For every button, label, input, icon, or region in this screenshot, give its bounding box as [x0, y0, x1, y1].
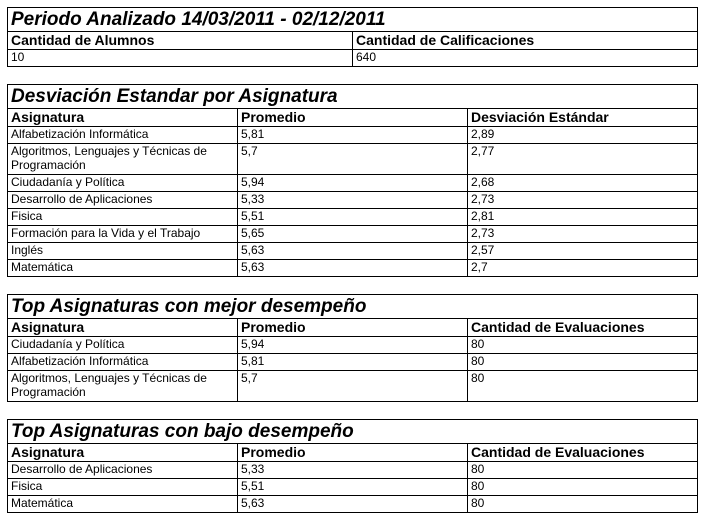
column-header-subject: Asignatura [7, 108, 238, 127]
evaluations-cell: 80 [466, 478, 699, 496]
subject-cell: Algoritmos, Lenguajes y Técnicas de Prog… [7, 370, 238, 402]
table-row: Matemática 5,63 2,7 [7, 259, 698, 277]
average-cell: 5,7 [237, 143, 468, 175]
top-best-title: Top Asignaturas con mejor desempeño [7, 294, 698, 319]
average-cell: 5,65 [237, 225, 468, 243]
subject-cell: Fisica [7, 208, 238, 226]
table-row: Matemática 5,63 80 [7, 495, 699, 513]
average-cell: 5,33 [237, 191, 468, 209]
top-best-table: Top Asignaturas con mejor desempeño Asig… [7, 294, 698, 402]
average-cell: 5,51 [237, 478, 468, 496]
subject-cell: Inglés [7, 242, 238, 260]
subject-cell: Ciudadanía y Política [7, 174, 238, 192]
average-cell: 5,33 [237, 461, 468, 479]
table-row: Formación para la Vida y el Trabajo 5,65… [7, 225, 698, 243]
std-dev-cell: 2,73 [467, 191, 698, 209]
subject-cell: Alfabetización Informática [7, 353, 238, 371]
std-dev-cell: 2,7 [467, 259, 698, 277]
period-table: Periodo Analizado 14/03/2011 - 02/12/201… [6, 7, 699, 67]
evaluations-cell: 80 [467, 370, 698, 402]
students-count-value: 10 [7, 49, 353, 67]
table-row: Fisica 5,51 2,81 [7, 208, 698, 226]
subject-cell: Matemática [7, 495, 238, 513]
subject-cell: Matemática [7, 259, 238, 277]
table-row: Desarrollo de Aplicaciones 5,33 2,73 [7, 191, 698, 209]
top-worst-title: Top Asignaturas con bajo desempeño [6, 419, 699, 444]
average-cell: 5,94 [237, 174, 468, 192]
subject-cell: Fisica [7, 478, 238, 496]
top-worst-table: Top Asignaturas con bajo desempeño Asign… [6, 419, 699, 513]
std-dev-cell: 2,77 [467, 143, 698, 175]
std-dev-cell: 2,68 [467, 174, 698, 192]
std-dev-cell: 2,57 [467, 242, 698, 260]
grades-count-header: Cantidad de Calificaciones [351, 31, 699, 50]
column-header-average: Promedio [237, 318, 468, 337]
column-header-evaluations: Cantidad de Evaluaciones [466, 443, 699, 462]
table-row: Inglés 5,63 2,57 [7, 242, 698, 260]
report-page: Periodo Analizado 14/03/2011 - 02/12/201… [0, 0, 712, 531]
average-cell: 5,94 [237, 336, 468, 354]
std-dev-title: Desviación Estandar por Asignatura [7, 84, 698, 109]
std-dev-cell: 2,81 [467, 208, 698, 226]
average-cell: 5,81 [237, 353, 468, 371]
column-header-subject: Asignatura [7, 443, 238, 462]
subject-cell: Formación para la Vida y el Trabajo [7, 225, 238, 243]
column-header-average: Promedio [237, 443, 468, 462]
average-cell: 5,63 [237, 495, 468, 513]
column-header-std-dev: Desviación Estándar [467, 108, 698, 127]
subject-cell: Desarrollo de Aplicaciones [7, 191, 238, 209]
std-dev-cell: 2,73 [467, 225, 698, 243]
table-row: Ciudadanía y Política 5,94 80 [7, 336, 698, 354]
subject-cell: Desarrollo de Aplicaciones [7, 461, 238, 479]
evaluations-cell: 80 [467, 353, 698, 371]
students-count-header: Cantidad de Alumnos [7, 31, 353, 50]
evaluations-cell: 80 [466, 495, 699, 513]
table-row: Fisica 5,51 80 [7, 478, 699, 496]
period-title: Periodo Analizado 14/03/2011 - 02/12/201… [6, 7, 699, 32]
average-cell: 5,81 [237, 126, 468, 144]
average-cell: 5,63 [237, 259, 468, 277]
evaluations-cell: 80 [467, 336, 698, 354]
subject-cell: Ciudadanía y Política [7, 336, 238, 354]
table-row: Ciudadanía y Política 5,94 2,68 [7, 174, 698, 192]
column-header-evaluations: Cantidad de Evaluaciones [467, 318, 698, 337]
subject-cell: Algoritmos, Lenguajes y Técnicas de Prog… [7, 143, 238, 175]
std-dev-table: Desviación Estandar por Asignatura Asign… [7, 84, 698, 277]
column-header-subject: Asignatura [7, 318, 238, 337]
grades-count-value: 640 [351, 49, 699, 67]
std-dev-cell: 2,89 [467, 126, 698, 144]
average-cell: 5,51 [237, 208, 468, 226]
table-row: Desarrollo de Aplicaciones 5,33 80 [7, 461, 699, 479]
column-header-average: Promedio [237, 108, 468, 127]
average-cell: 5,7 [237, 370, 468, 402]
table-row: Algoritmos, Lenguajes y Técnicas de Prog… [7, 143, 698, 175]
evaluations-cell: 80 [466, 461, 699, 479]
table-row: Algoritmos, Lenguajes y Técnicas de Prog… [7, 370, 698, 402]
average-cell: 5,63 [237, 242, 468, 260]
table-row: Alfabetización Informática 5,81 80 [7, 353, 698, 371]
table-row: Alfabetización Informática 5,81 2,89 [7, 126, 698, 144]
subject-cell: Alfabetización Informática [7, 126, 238, 144]
